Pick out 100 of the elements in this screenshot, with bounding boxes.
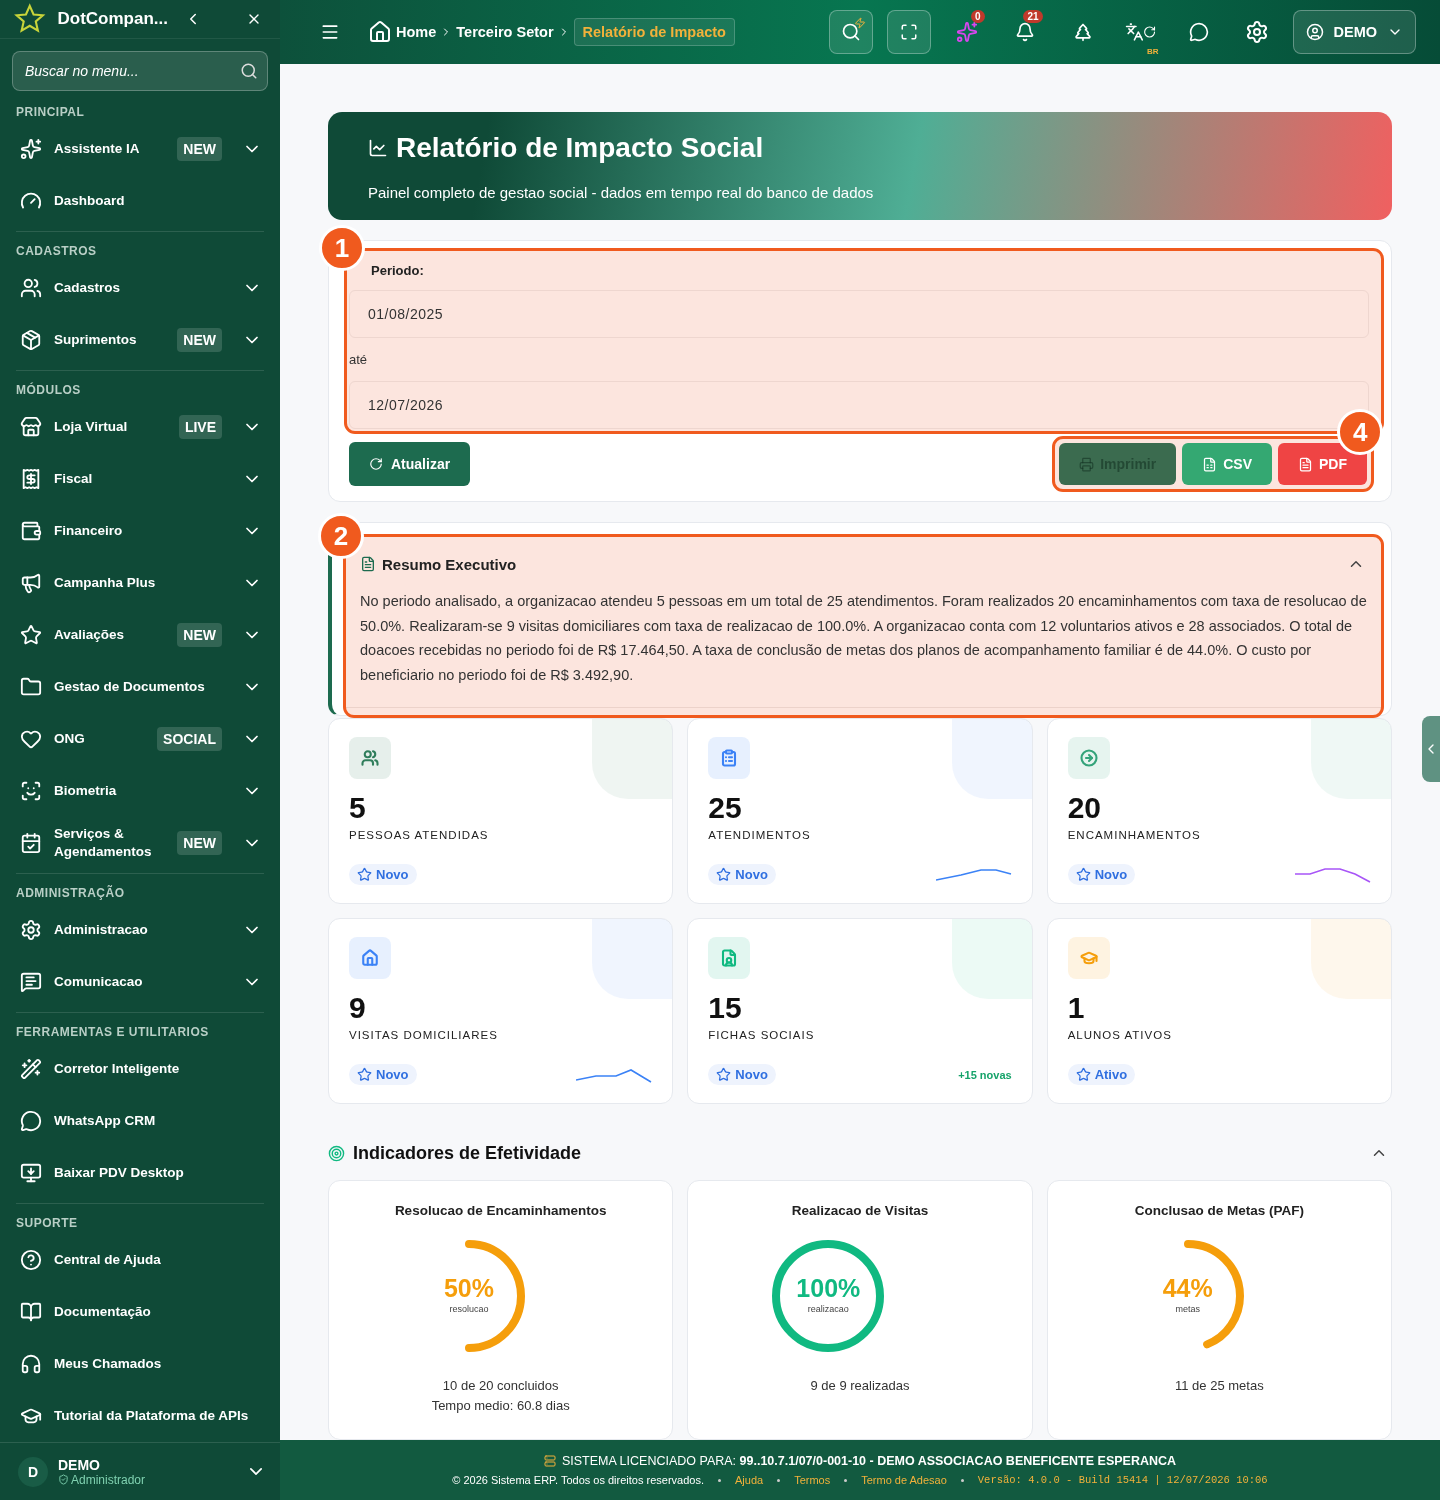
document-icon: [360, 556, 376, 572]
sidebar-item[interactable]: Central de Ajuda: [0, 1234, 280, 1286]
book-icon: [20, 1301, 42, 1323]
user-name: DEMO: [58, 1456, 101, 1473]
sidebar-item[interactable]: Gestao de Documentos: [0, 661, 280, 713]
sidebar-item[interactable]: Administracao: [0, 904, 280, 956]
stat-value: 9: [349, 991, 367, 1025]
star-icon: [716, 867, 732, 882]
section-title: Indicadores de Efetividade: [353, 1142, 583, 1164]
footer-link[interactable]: Termos: [794, 1474, 831, 1486]
section-title: SUPORTE: [15, 1215, 79, 1232]
sidebar-item[interactable]: Biometria: [0, 765, 280, 817]
fullscreen-button[interactable]: [886, 10, 931, 54]
footer-link[interactable]: Ajuda: [735, 1474, 764, 1486]
star-icon: [20, 624, 42, 646]
notifications-button[interactable]: 21: [1002, 10, 1047, 54]
side-panel-tab[interactable]: [1422, 716, 1440, 782]
sidebar-item[interactable]: Loja Virtual LIVE: [0, 401, 280, 453]
sidebar-item[interactable]: Dashboard: [0, 175, 280, 227]
gauge-reading: 100%: [795, 1274, 862, 1303]
section-title: PRINCIPAL: [15, 104, 86, 121]
gauge-detail: 9 de 9 realizadas: [810, 1377, 910, 1395]
menu-icon: [320, 22, 340, 42]
user-avatar: D: [18, 1456, 48, 1487]
summary-title: Resumo Executivo: [382, 555, 518, 573]
refresh-icon: [1143, 25, 1157, 39]
user-menu-button[interactable]: DEMO: [1292, 10, 1416, 54]
user-role: Administrador: [71, 1472, 146, 1487]
date-separator: até: [349, 351, 369, 369]
stat-label: ENCAMINHAMENTOS: [1067, 829, 1202, 841]
gauge-detail: Tempo medio: 60.8 dias: [431, 1397, 570, 1415]
shield-icon: [58, 1474, 69, 1485]
breadcrumb-link[interactable]: Home: [368, 20, 437, 44]
monitor-download-icon: [20, 1162, 42, 1184]
quick-search-button[interactable]: [828, 10, 873, 54]
menu-search-field[interactable]: Buscar no menu...: [12, 51, 268, 91]
chat-icon: [1188, 22, 1209, 42]
sidebar-item[interactable]: Assistente IA NEW: [0, 123, 280, 175]
sidebar-item[interactable]: Comunicacao: [0, 956, 280, 1008]
sidebar-item[interactable]: ONG SOCIAL: [0, 713, 280, 765]
start-date-field[interactable]: 01/08/2025: [349, 290, 1369, 338]
sidebar-item[interactable]: Suprimentos NEW: [0, 314, 280, 366]
sidebar-item[interactable]: Meus Chamados: [0, 1338, 280, 1390]
license-text: SISTEMA LICENCIADO PARA: 99..10.7.1/07/0-001-10 - DEMO ASSOCIACAO BENEFICENTE ESPERANCA: [561, 1454, 1177, 1468]
menu-badge: NEW: [177, 328, 222, 352]
sidebar-item[interactable]: Financeiro: [0, 505, 280, 557]
search-icon: [840, 22, 861, 42]
stat-value: 20: [1067, 791, 1103, 825]
wand-icon: [20, 1058, 42, 1080]
icon-tile: [1067, 737, 1110, 779]
section-title: CADASTROS: [15, 243, 98, 260]
sidebar-item[interactable]: Documentação: [0, 1286, 280, 1338]
calendar-check-icon: [20, 832, 42, 854]
footer-link[interactable]: Termo de Adesao: [861, 1474, 947, 1486]
face-scan-icon: [20, 780, 42, 802]
menu-badge: SOCIAL: [157, 727, 222, 751]
icon-tile: [349, 937, 391, 979]
summary-text: No periodo analisado, a organizacao atendeu 5 pessoas em um total de 25 atendimentos. Foram realizados 20 encaminhamentos com taxa de resolucao de 50.0%. Realizaram-se 9 visitas domiciliares com taxa de realizacao de 100.0%. A organizacao conta com 12 voluntarios ativos e 28 associados. O total de doacoes recebidas no periodo foi de R$ 17.464,50. A taxa de conclusão de metas dos planos de acompanhamento familiar é de 44.0%. O custo por beneficiario no periodo foi de R$ 3.492,90.: [346, 577, 1381, 708]
chat-icon: [20, 1110, 42, 1132]
search-icon: [240, 62, 258, 80]
annotation-number: 1: [319, 225, 365, 271]
stat-label: PESSOAS ATENDIDAS: [349, 829, 490, 841]
sidebar-item[interactable]: Cadastros: [0, 262, 280, 314]
settings-icon: [1244, 20, 1269, 44]
version-text: Versão: 4.0.0 - Build 15414 | 12/07/2026 10:06: [977, 1474, 1268, 1486]
sidebar-item[interactable]: Avaliações NEW: [0, 609, 280, 661]
breadcrumb-link[interactable]: Terceiro Setor: [456, 24, 554, 40]
printer-icon: [1079, 456, 1095, 472]
export-button[interactable]: PDF: [1278, 443, 1367, 485]
lightning-icon: [853, 17, 866, 29]
refresh-button[interactable]: Atualizar: [349, 442, 471, 486]
wallet-icon: [20, 520, 42, 542]
stat-value: 15: [708, 991, 743, 1025]
gauge-reading: 44%: [1161, 1274, 1214, 1303]
sidebar-item[interactable]: Fiscal: [0, 453, 280, 505]
sidebar-item[interactable]: Baixar PDV Desktop: [0, 1147, 280, 1199]
sidebar-item[interactable]: WhatsApp CRM: [0, 1095, 280, 1147]
star-icon: [1075, 1067, 1091, 1082]
star-logo-icon: [14, 2, 46, 36]
menu-badge: NEW: [177, 623, 222, 647]
language-button[interactable]: BR: [1118, 10, 1163, 54]
sidebar-item[interactable]: Campanha Plus: [0, 557, 280, 609]
page-subtitle: Painel completo de gestao social - dados em tempo real do banco de dados: [368, 183, 875, 201]
section-title: MÓDULOS: [15, 381, 82, 399]
ai-button[interactable]: 0: [944, 10, 989, 54]
sidebar-item[interactable]: Serviços & Agendamentos NEW: [0, 817, 280, 869]
tree-icon: [1072, 22, 1093, 42]
message-icon: [20, 971, 42, 993]
gauge-caption: realizacao: [806, 1304, 850, 1314]
gauge-detail: 11 de 25 metas: [1175, 1377, 1264, 1395]
language-code: BR: [1146, 47, 1159, 56]
sidebar-item[interactable]: Corretor Inteligente: [0, 1043, 280, 1095]
refresh-icon: [369, 457, 383, 471]
gauge-detail: 10 de 20 concluidos: [442, 1377, 559, 1395]
gauge-caption: resolucao: [448, 1304, 490, 1314]
sidebar-item[interactable]: Tutorial da Plataforma de APIs: [0, 1390, 280, 1442]
stat-label: VISITAS DOMICILIARES: [349, 1029, 499, 1041]
spreadsheet-icon: [1202, 456, 1218, 472]
gauge-title: Conclusao de Metas (PAF): [1134, 1203, 1304, 1218]
heart-icon: [20, 728, 42, 750]
